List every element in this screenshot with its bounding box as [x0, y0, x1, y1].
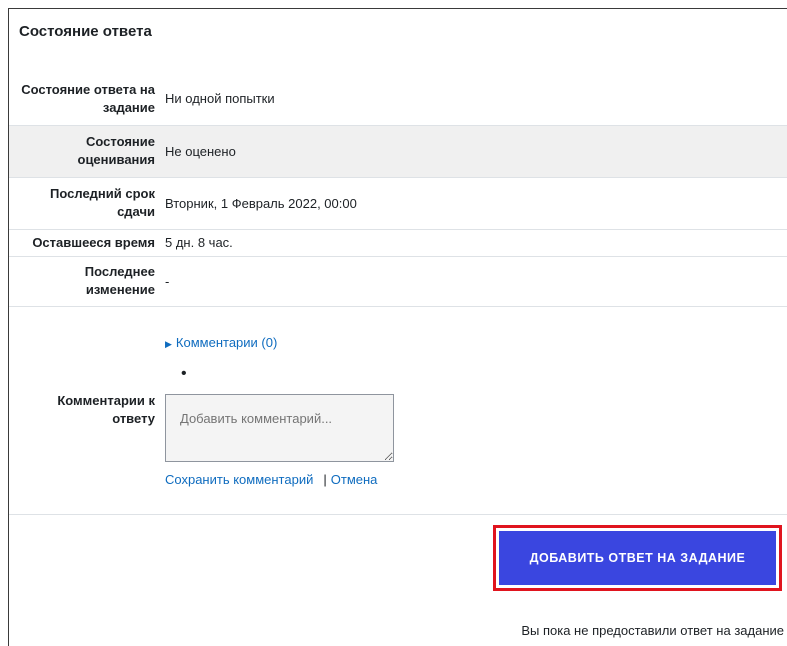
- submission-comments-cell: ▶Комментарии (0) • Сохранить комментарий…: [159, 306, 787, 514]
- row-label-submission-comments: Комментарии к ответу: [57, 393, 155, 426]
- triangle-right-icon: ▶: [165, 339, 172, 349]
- separator: |: [323, 472, 327, 487]
- table-row: Последнее изменение -: [9, 256, 787, 306]
- submission-status-panel: Состояние ответа Состояние ответа на зад…: [8, 8, 787, 646]
- table-row: Состояние ответа на задание Ни одной поп…: [9, 73, 787, 125]
- row-value-last-modified: -: [165, 273, 170, 289]
- table-row: Последний срок сдачи Вторник, 1 Февраль …: [9, 177, 787, 229]
- row-value-time-remaining: 5 дн. 8 час.: [165, 235, 233, 250]
- row-label-time-remaining: Оставшееся время: [32, 234, 155, 250]
- comments-toggle-label: Комментарии (0): [175, 335, 278, 350]
- add-submission-highlight: ДОБАВИТЬ ОТВЕТ НА ЗАДАНИЕ: [493, 525, 782, 591]
- row-label-grading-status: Состояние оценивания: [77, 134, 156, 167]
- add-submission-button[interactable]: ДОБАВИТЬ ОТВЕТ НА ЗАДАНИЕ: [499, 531, 776, 585]
- row-label-last-modified: Последнее изменение: [84, 264, 155, 297]
- section-title: Состояние ответа: [19, 23, 152, 40]
- row-value-grading-status: Не оценено: [165, 143, 236, 159]
- row-label-due-date: Последний срок сдачи: [50, 186, 155, 219]
- comment-actions: Сохранить комментарий | Отмена: [165, 472, 782, 487]
- row-value-submission-status: Ни одной попытки: [165, 91, 275, 107]
- submission-status-table: Состояние ответа на задание Ни одной поп…: [9, 73, 787, 515]
- save-comment-link[interactable]: Сохранить комментарий: [165, 472, 313, 487]
- bullet-icon: •: [181, 365, 187, 382]
- submission-note: Вы пока не предоставили ответ на задание: [521, 623, 784, 638]
- comment-input[interactable]: [165, 394, 394, 462]
- row-label-submission-status: Состояние ответа на задание: [21, 81, 155, 115]
- table-row: Комментарии к ответу ▶ Комментарии (0) • …: [9, 306, 787, 514]
- row-value-due-date: Вторник, 1 Февраль 2022, 00:00: [165, 195, 357, 211]
- cancel-comment-link[interactable]: Отмена: [331, 472, 378, 487]
- table-row: Оставшееся время 5 дн. 8 час.: [9, 229, 787, 256]
- table-row: Состояние оценивания Не оценено: [9, 125, 787, 177]
- comments-toggle-link[interactable]: ▶ Комментарии (0): [165, 335, 782, 350]
